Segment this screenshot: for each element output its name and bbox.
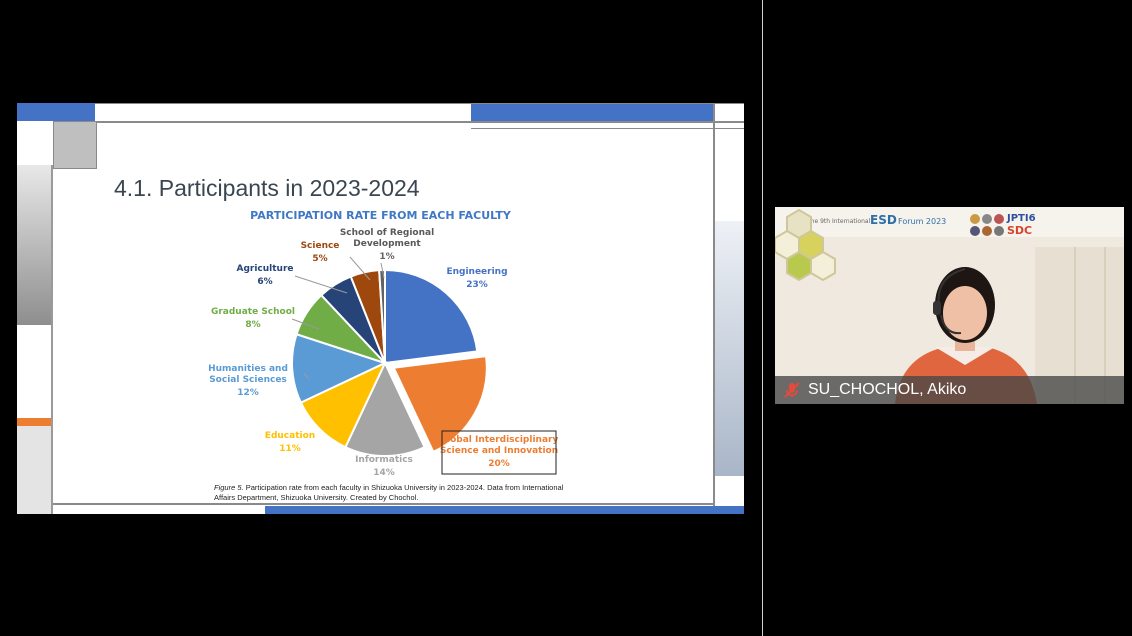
- pie-label-percent: 6%: [257, 277, 272, 287]
- participant-video-tile[interactable]: The 9th International ESD Forum 2023 JPT…: [775, 207, 1124, 404]
- pie-label-name: Graduate School: [211, 307, 295, 317]
- pie-label: Science 5%: [301, 241, 340, 264]
- pie-label: Agriculture 6%: [236, 264, 293, 287]
- svg-text:JPTI6: JPTI6: [1006, 213, 1036, 224]
- pie-label: Informatics 14%: [355, 455, 413, 478]
- pie-label-percent: 20%: [488, 459, 510, 469]
- caption-text: Participation rate from each faculty in …: [214, 483, 564, 502]
- pie-label-percent: 14%: [373, 468, 395, 478]
- pie-label-name: Development: [353, 239, 421, 249]
- panel-divider: [762, 0, 763, 636]
- pie-label-percent: 8%: [245, 320, 260, 330]
- pie-label-percent: 11%: [279, 444, 301, 454]
- pie-label-percent: 23%: [466, 280, 488, 290]
- pie-label: Education 11%: [265, 431, 315, 454]
- pie-label: Global InterdisciplinaryScience and Inno…: [440, 435, 559, 469]
- pie-label-name: Social Sciences: [209, 375, 287, 385]
- svg-text:SDC: SDC: [1007, 224, 1032, 237]
- svg-text:ESD: ESD: [870, 213, 897, 227]
- pie-label-name: Global Interdisciplinary: [440, 435, 559, 445]
- pie-label-percent: 5%: [312, 254, 327, 264]
- pie-label-name: School of Regional: [340, 228, 434, 238]
- svg-text:Forum 2023: Forum 2023: [898, 217, 946, 226]
- figure-caption: Figure 5. Participation rate from each f…: [214, 483, 574, 503]
- participant-name: SU_CHOCHOL, Akiko: [808, 381, 967, 398]
- pie-label-name: Informatics: [355, 455, 413, 465]
- pie-label: School of RegionalDevelopment 1%: [340, 228, 434, 262]
- participant-name-bar: SU_CHOCHOL, Akiko: [775, 376, 1124, 404]
- pie-label: Graduate School 8%: [211, 307, 295, 330]
- pie-slice: [384, 268, 479, 365]
- pie-label-percent: 1%: [379, 252, 394, 262]
- pie-label-name: Agriculture: [236, 264, 293, 274]
- video-background: The 9th International ESD Forum 2023 JPT…: [775, 207, 1124, 404]
- shared-slide: 4.1. Participants in 2023-2024 PARTICIPA…: [17, 103, 744, 514]
- pie-label-name: Humanities and: [208, 364, 288, 374]
- caption-figure-label: Figure 5.: [214, 483, 244, 492]
- pie-label-name: Science and Innovation: [440, 446, 558, 456]
- pie-label-name: Science: [301, 241, 340, 251]
- pie-label-name: Engineering: [446, 267, 507, 277]
- pie-label-percent: 12%: [237, 388, 259, 398]
- pie-label: Humanities andSocial Sciences 12%: [208, 364, 288, 398]
- pie-label: Engineering 23%: [446, 267, 507, 290]
- banner-text: The 9th International: [806, 218, 871, 225]
- pie-label-name: Education: [265, 431, 315, 441]
- pie-chart: Engineering23%Global InterdisciplinarySc…: [208, 228, 559, 478]
- mic-muted-icon[interactable]: [784, 382, 800, 398]
